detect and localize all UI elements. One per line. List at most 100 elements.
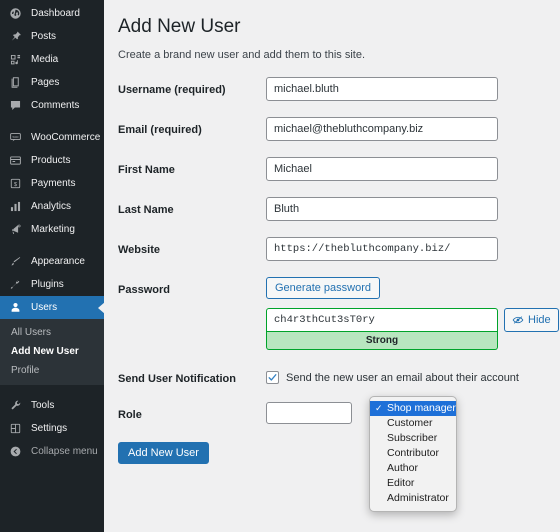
page-description: Create a brand new user and add them to … bbox=[118, 49, 366, 61]
sidebar-item-analytics[interactable]: Analytics bbox=[0, 195, 104, 218]
role-select[interactable] bbox=[266, 402, 352, 424]
form-row-last-name: Last Name bbox=[118, 197, 560, 221]
media-icon bbox=[8, 52, 23, 67]
form-row-website: Website bbox=[118, 237, 560, 261]
sidebar-item-label: Products bbox=[31, 155, 71, 166]
website-label: Website bbox=[118, 244, 160, 256]
send-notification-label: Send User Notification bbox=[118, 373, 236, 385]
role-option-label: Shop manager bbox=[387, 402, 456, 414]
sidebar-item-label: Marketing bbox=[31, 224, 75, 235]
svg-text:$: $ bbox=[14, 182, 18, 188]
sidebar-item-dashboard[interactable]: Dashboard bbox=[0, 2, 104, 25]
password-input[interactable] bbox=[266, 308, 498, 332]
users-submenu: All Users Add New User Profile bbox=[0, 319, 104, 385]
submenu-item-all-users[interactable]: All Users bbox=[0, 323, 104, 342]
marketing-icon bbox=[8, 222, 23, 237]
sidebar-item-users[interactable]: Users bbox=[0, 296, 105, 319]
role-dropdown-menu[interactable]: ✓ Shop manager Customer Subscriber Contr… bbox=[369, 396, 457, 512]
form-row-send-notification: Send User Notification Send the new user… bbox=[118, 366, 560, 386]
first-name-input[interactable] bbox=[266, 157, 498, 181]
submenu-item-profile[interactable]: Profile bbox=[0, 361, 104, 380]
sidebar-item-appearance[interactable]: Appearance bbox=[0, 250, 104, 273]
send-notification-checkbox-label: Send the new user an email about their a… bbox=[286, 371, 519, 384]
sidebar-item-pages[interactable]: Pages bbox=[0, 71, 104, 94]
sidebar-item-label: Plugins bbox=[31, 279, 64, 290]
last-name-input[interactable] bbox=[266, 197, 498, 221]
role-option-shop-manager[interactable]: ✓ Shop manager bbox=[370, 401, 456, 416]
send-notification-checkbox[interactable] bbox=[266, 371, 279, 384]
appearance-icon bbox=[8, 254, 23, 269]
form-row-username: Username (required) bbox=[118, 77, 560, 101]
sidebar-item-label: Posts bbox=[31, 31, 57, 42]
role-option-author[interactable]: Author bbox=[370, 461, 456, 476]
sidebar-item-woocommerce[interactable]: woo WooCommerce bbox=[0, 126, 104, 149]
generate-password-button[interactable]: Generate password bbox=[266, 277, 380, 299]
sidebar-item-products[interactable]: Products bbox=[0, 149, 104, 172]
sidebar-item-label: Pages bbox=[31, 77, 60, 88]
sidebar-item-marketing[interactable]: Marketing bbox=[0, 218, 104, 241]
submenu-item-add-new-user[interactable]: Add New User bbox=[0, 342, 104, 361]
form-row-first-name: First Name bbox=[118, 157, 560, 181]
website-input[interactable] bbox=[266, 237, 498, 261]
sidebar-item-tools[interactable]: Tools bbox=[0, 394, 104, 417]
role-option-editor[interactable]: Editor bbox=[370, 476, 456, 491]
role-option-subscriber[interactable]: Subscriber bbox=[370, 431, 456, 446]
sidebar-separator bbox=[0, 117, 104, 126]
sidebar-item-plugins[interactable]: Plugins bbox=[0, 273, 104, 296]
role-option-administrator[interactable]: Administrator bbox=[370, 491, 456, 506]
sidebar-item-label: WooCommerce bbox=[31, 132, 101, 143]
sidebar-item-label: Media bbox=[31, 54, 59, 65]
role-option-label: Author bbox=[387, 462, 418, 474]
settings-icon bbox=[8, 421, 23, 436]
sidebar-item-label: Comments bbox=[31, 100, 80, 111]
username-input[interactable] bbox=[266, 77, 498, 101]
last-name-label: Last Name bbox=[118, 204, 174, 216]
email-input[interactable] bbox=[266, 117, 498, 141]
sidebar-item-label: Dashboard bbox=[31, 8, 80, 19]
role-option-label: Subscriber bbox=[387, 432, 438, 444]
sidebar-item-payments[interactable]: $ Payments bbox=[0, 172, 104, 195]
pin-icon bbox=[8, 29, 23, 44]
eye-slash-icon bbox=[512, 314, 524, 326]
sidebar-item-label: Users bbox=[31, 302, 58, 313]
sidebar-item-settings[interactable]: Settings bbox=[0, 417, 104, 440]
main-content: Add New User Create a brand new user and… bbox=[104, 0, 560, 532]
checkmark-icon: ✓ bbox=[375, 403, 383, 413]
form-row-email: Email (required) bbox=[118, 117, 560, 141]
hide-password-label: Hide bbox=[528, 314, 551, 326]
add-user-form: Username (required) Email (required) Fir… bbox=[118, 77, 560, 464]
admin-sidebar: Dashboard Posts Media Pages Comments woo… bbox=[0, 0, 105, 532]
pages-icon bbox=[8, 75, 23, 90]
sidebar-item-posts[interactable]: Posts bbox=[0, 25, 104, 48]
wp-admin-screen: Dashboard Posts Media Pages Comments woo… bbox=[0, 0, 560, 532]
sidebar-separator bbox=[0, 241, 104, 250]
role-option-label: Contributor bbox=[387, 447, 439, 459]
username-label: Username (required) bbox=[118, 84, 226, 96]
sidebar-item-collapse-menu[interactable]: Collapse menu bbox=[0, 440, 104, 463]
form-row-password: Password Generate password Strong bbox=[118, 277, 560, 350]
password-strength-indicator: Strong bbox=[266, 332, 498, 350]
hide-password-button[interactable]: Hide bbox=[504, 308, 559, 332]
role-option-contributor[interactable]: Contributor bbox=[370, 446, 456, 461]
password-entry-group: Strong Hide bbox=[266, 308, 560, 350]
sidebar-item-label: Appearance bbox=[31, 256, 85, 267]
role-option-customer[interactable]: Customer bbox=[370, 416, 456, 431]
role-option-label: Customer bbox=[387, 417, 433, 429]
svg-text:woo: woo bbox=[13, 135, 19, 139]
add-new-user-button[interactable]: Add New User bbox=[118, 442, 209, 464]
email-label: Email (required) bbox=[118, 124, 202, 136]
comments-icon bbox=[8, 98, 23, 113]
sidebar-item-comments[interactable]: Comments bbox=[0, 94, 104, 117]
submit-row: Add New User bbox=[118, 442, 560, 464]
sidebar-item-label: Analytics bbox=[31, 201, 72, 212]
password-label: Password bbox=[118, 284, 170, 296]
payments-icon: $ bbox=[8, 176, 23, 191]
woocommerce-icon: woo bbox=[8, 130, 23, 145]
products-icon bbox=[8, 153, 23, 168]
page-title: Add New User bbox=[118, 16, 241, 37]
role-label: Role bbox=[118, 409, 142, 421]
sidebar-item-media[interactable]: Media bbox=[0, 48, 104, 71]
first-name-label: First Name bbox=[118, 164, 175, 176]
form-row-role: Role bbox=[118, 402, 560, 424]
dashboard-icon bbox=[8, 6, 23, 21]
